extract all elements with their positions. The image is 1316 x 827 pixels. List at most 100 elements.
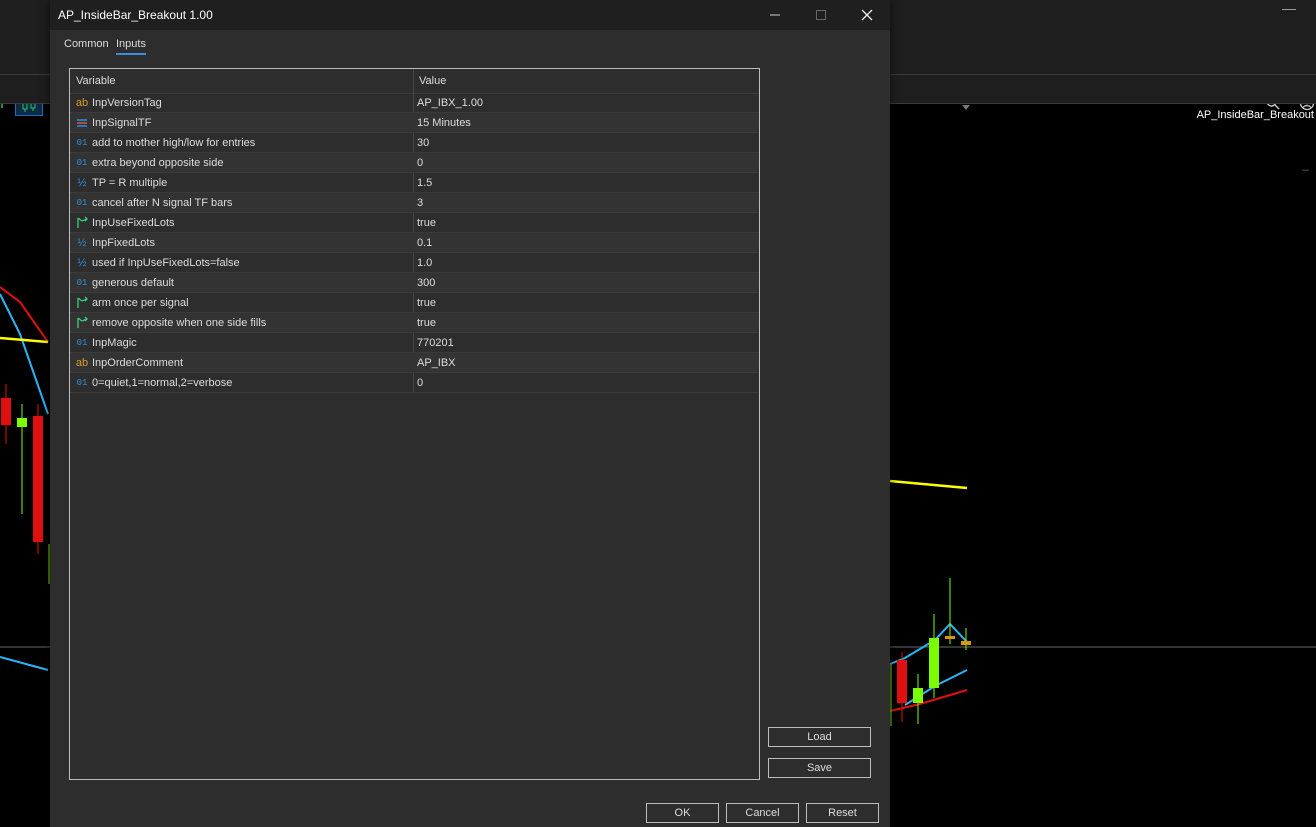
ma-yellow-line-right bbox=[889, 479, 968, 490]
value-cell[interactable]: 30 bbox=[417, 133, 429, 152]
variable-name: generous default bbox=[92, 276, 174, 289]
variable-cell: ½ InpFixedLots bbox=[74, 233, 410, 252]
table-row[interactable]: InpSignalTF 15 Minutes bbox=[70, 113, 759, 133]
value-cell[interactable]: 1.0 bbox=[417, 253, 432, 272]
value-cell[interactable]: 770201 bbox=[417, 333, 454, 352]
variable-cell: InpSignalTF bbox=[74, 113, 410, 132]
candle-bull bbox=[929, 638, 939, 688]
table-row[interactable]: 01 generous default 300 bbox=[70, 273, 759, 293]
variable-cell: remove opposite when one side fills bbox=[74, 313, 410, 332]
minimize-button[interactable] bbox=[752, 0, 798, 30]
variable-cell: arm once per signal bbox=[74, 293, 410, 312]
table-row[interactable]: ½ InpFixedLots 0.1 bbox=[70, 233, 759, 253]
variable-name: InpSignalTF bbox=[92, 116, 152, 129]
table-row[interactable]: ½ used if InpUseFixedLots=false 1.0 bbox=[70, 253, 759, 273]
variable-name: cancel after N signal TF bars bbox=[92, 196, 233, 209]
table-row[interactable]: remove opposite when one side fills true bbox=[70, 313, 759, 333]
tab-common[interactable]: Common bbox=[64, 38, 109, 53]
cancel-button[interactable]: Cancel bbox=[726, 803, 799, 823]
bool-icon bbox=[74, 216, 90, 230]
ma-yellow-line bbox=[0, 336, 49, 344]
value-cell[interactable]: true bbox=[417, 293, 436, 312]
table-row[interactable]: ½ TP = R multiple 1.5 bbox=[70, 173, 759, 193]
candle-bull bbox=[913, 688, 923, 703]
variable-name: InpOrderComment bbox=[92, 356, 184, 369]
bool-icon bbox=[74, 296, 90, 310]
inputs-grid[interactable]: Variable Value ab InpVersionTag AP_IBX_1.0… bbox=[69, 68, 760, 780]
string-icon: ab bbox=[75, 356, 89, 369]
candle-bull bbox=[17, 418, 27, 427]
value-cell[interactable]: 0.1 bbox=[417, 233, 432, 252]
variable-cell: 01 generous default bbox=[74, 273, 410, 292]
table-row[interactable]: 01 InpMagic 770201 bbox=[70, 333, 759, 353]
table-row[interactable]: 01 0=quiet,1=normal,2=verbose 0 bbox=[70, 373, 759, 393]
load-button[interactable]: Load bbox=[768, 727, 871, 747]
double-icon: ½ bbox=[77, 256, 87, 269]
table-row[interactable]: 01 extra beyond opposite side 0 bbox=[70, 153, 759, 173]
integer-icon: 01 bbox=[76, 377, 88, 388]
candle-doji bbox=[945, 636, 955, 639]
variable-cell: ab InpVersionTag bbox=[74, 93, 410, 112]
variable-name: TP = R multiple bbox=[92, 176, 168, 189]
dialog-title-bar[interactable]: AP_InsideBar_Breakout 1.00 bbox=[50, 0, 890, 30]
variable-name: 0=quiet,1=normal,2=verbose bbox=[92, 376, 233, 389]
table-row[interactable]: ab InpVersionTag AP_IBX_1.00 bbox=[70, 93, 759, 113]
ma-blue-line bbox=[0, 293, 49, 415]
chart-shift-marker bbox=[962, 105, 970, 110]
column-header-value[interactable]: Value bbox=[419, 75, 446, 87]
double-icon: ½ bbox=[77, 236, 87, 249]
integer-icon: 01 bbox=[76, 337, 88, 348]
maximize-button[interactable] bbox=[798, 0, 844, 30]
table-row[interactable]: InpUseFixedLots true bbox=[70, 213, 759, 233]
value-cell[interactable]: 0 bbox=[417, 153, 423, 172]
variable-cell: ½ TP = R multiple bbox=[74, 173, 410, 192]
grid-rows: ab InpVersionTag AP_IBX_1.00 InpSignalTF 15 … bbox=[70, 93, 759, 393]
variable-name: extra beyond opposite side bbox=[92, 156, 224, 169]
integer-icon: 01 bbox=[76, 157, 88, 168]
variable-name: InpUseFixedLots bbox=[92, 216, 175, 229]
value-cell[interactable]: 0 bbox=[417, 373, 423, 392]
variable-name: arm once per signal bbox=[92, 296, 189, 309]
variable-cell: InpUseFixedLots bbox=[74, 213, 410, 232]
expert-properties-dialog: AP_InsideBar_Breakout 1.00 Common Inputs… bbox=[50, 0, 890, 827]
variable-name: InpFixedLots bbox=[92, 236, 155, 249]
close-button[interactable] bbox=[844, 0, 890, 30]
variable-name: InpVersionTag bbox=[92, 96, 162, 109]
variable-cell: 01 InpMagic bbox=[74, 333, 410, 352]
table-row[interactable]: arm once per signal true bbox=[70, 293, 759, 313]
table-row[interactable]: 01 cancel after N signal TF bars 3 bbox=[70, 193, 759, 213]
column-header-variable[interactable]: Variable bbox=[76, 75, 116, 87]
string-icon: ab bbox=[75, 96, 89, 109]
variable-name: remove opposite when one side fills bbox=[92, 316, 267, 329]
ma-red-line bbox=[0, 286, 49, 343]
dialog-title: AP_InsideBar_Breakout 1.00 bbox=[58, 8, 213, 22]
terminal-minimize-button[interactable]: — bbox=[1282, 0, 1296, 20]
value-cell[interactable]: 300 bbox=[417, 273, 435, 292]
maximize-icon bbox=[816, 10, 826, 20]
bool-icon bbox=[74, 316, 90, 330]
save-button[interactable]: Save bbox=[768, 758, 871, 778]
value-cell[interactable]: AP_IBX bbox=[417, 353, 456, 372]
variable-name: add to mother high/low for entries bbox=[92, 136, 256, 149]
candle-doji bbox=[961, 641, 971, 645]
chart-indicator-label: AP_InsideBar_Breakout bbox=[1196, 109, 1314, 121]
double-icon: ½ bbox=[77, 176, 87, 189]
enum-icon bbox=[74, 116, 90, 130]
value-cell[interactable]: 15 Minutes bbox=[417, 113, 471, 132]
ok-button[interactable]: OK bbox=[646, 803, 719, 823]
table-row[interactable]: ab InpOrderComment AP_IBX bbox=[70, 353, 759, 373]
value-cell[interactable]: AP_IBX_1.00 bbox=[417, 93, 483, 112]
close-icon bbox=[861, 9, 873, 21]
variable-cell: 01 add to mother high/low for entries bbox=[74, 133, 410, 152]
variable-cell: 01 0=quiet,1=normal,2=verbose bbox=[74, 373, 410, 392]
integer-icon: 01 bbox=[76, 137, 88, 148]
reset-button[interactable]: Reset bbox=[806, 803, 879, 823]
value-cell[interactable]: true bbox=[417, 313, 436, 332]
value-cell[interactable]: true bbox=[417, 213, 436, 232]
tab-inputs[interactable]: Inputs bbox=[116, 38, 146, 55]
value-cell[interactable]: 1.5 bbox=[417, 173, 432, 192]
candle-bear bbox=[1, 398, 11, 425]
variable-cell: 01 cancel after N signal TF bars bbox=[74, 193, 410, 212]
value-cell[interactable]: 3 bbox=[417, 193, 423, 212]
table-row[interactable]: 01 add to mother high/low for entries 30 bbox=[70, 133, 759, 153]
